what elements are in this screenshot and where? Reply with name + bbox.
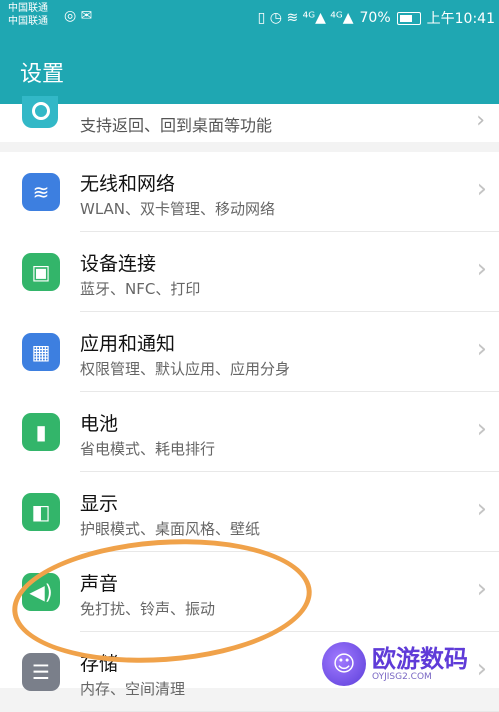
wifi-icon: ≋: [22, 173, 60, 211]
chevron-right-icon: ›: [476, 574, 487, 604]
carrier-label: 中国联通 中国联通: [8, 2, 48, 28]
settings-list: ≋ 无线和网络 WLAN、双卡管理、移动网络 › ▣ 设备连接蓝牙、NFC、打印 › ▦ 应用和…: [0, 152, 499, 712]
settings-item-apps[interactable]: ▦ 应用和通知权限管理、默认应用、应用分身 ›: [0, 312, 499, 392]
settings-item-sound[interactable]: ◀) 声音免打扰、铃声、振动 ›: [0, 552, 499, 632]
item-subtitle: 免打扰、铃声、振动: [80, 600, 216, 618]
display-icon: ◧: [22, 493, 60, 531]
apps-icon: ▦: [22, 333, 60, 371]
settings-item-device-connection[interactable]: ▣ 设备连接蓝牙、NFC、打印 ›: [0, 232, 499, 312]
settings-item-wifi[interactable]: ≋ 无线和网络 WLAN、双卡管理、移动网络 ›: [0, 152, 499, 232]
clock: 上午10:41: [426, 11, 495, 27]
notification-icons: ◎ ✉: [64, 8, 93, 24]
item-title: 应用和通知: [80, 333, 176, 355]
navigation-icon: [22, 96, 58, 128]
watermark-url: OYJISG2.COM: [372, 672, 432, 682]
battery-percent: 70%: [359, 10, 391, 26]
settings-item-system-navigation[interactable]: 支持返回、回到桌面等功能 ›: [0, 96, 499, 142]
sound-icon: ◀): [22, 573, 60, 611]
battery-icon: ▮: [22, 413, 60, 451]
chevron-right-icon: ›: [476, 334, 487, 364]
carrier-1: 中国联通: [8, 3, 48, 14]
item-subtitle: WLAN、双卡管理、移动网络: [80, 200, 276, 218]
item-title: 声音: [80, 573, 119, 595]
item-subtitle: 内存、空间清理: [80, 680, 186, 698]
app-bar: 设置: [0, 38, 499, 104]
watermark: ☺ 欧游数码 OYJISG2.COM: [322, 640, 494, 688]
item-title: 无线和网络: [80, 173, 176, 195]
settings-item-display[interactable]: ◧ 显示护眼模式、桌面风格、壁纸 ›: [0, 472, 499, 552]
battery-status-icon: [396, 11, 421, 25]
page-title: 设置: [20, 62, 65, 87]
device-connection-icon: ▣: [22, 253, 60, 291]
storage-icon: ☰: [22, 653, 60, 691]
item-title: 显示: [80, 493, 119, 515]
item-subtitle: 权限管理、默认应用、应用分身: [80, 360, 291, 378]
signal-icons: ▯ ◷ ≋ ⁴ᴳ▲ ⁴ᴳ▲: [257, 10, 354, 26]
item-subtitle: 蓝牙、NFC、打印: [80, 280, 201, 298]
item-title: 设备连接: [80, 253, 157, 275]
watermark-logo-icon: ☺: [322, 642, 366, 686]
status-bar: 中国联通 中国联通 ◎ ✉ ▯ ◷ ≋ ⁴ᴳ▲ ⁴ᴳ▲ 70% 上午10:41: [0, 0, 499, 38]
item-subtitle: 省电模式、耗电排行: [80, 440, 216, 458]
chevron-right-icon: ›: [476, 494, 487, 524]
chevron-right-icon: ›: [476, 108, 485, 133]
item-title: 电池: [80, 413, 119, 435]
chevron-right-icon: ›: [476, 414, 487, 444]
carrier-2: 中国联通: [8, 16, 48, 27]
chevron-right-icon: ›: [476, 254, 487, 284]
watermark-title: 欧游数码: [372, 645, 468, 673]
item-subtitle: 护眼模式、桌面风格、壁纸: [80, 520, 261, 538]
settings-item-battery[interactable]: ▮ 电池省电模式、耗电排行 ›: [0, 392, 499, 472]
item-subtitle: 支持返回、回到桌面等功能: [80, 116, 273, 135]
chevron-right-icon: ›: [476, 174, 487, 204]
status-right: ▯ ◷ ≋ ⁴ᴳ▲ ⁴ᴳ▲ 70% 上午10:41: [258, 8, 495, 28]
item-title: 存储: [80, 653, 119, 675]
